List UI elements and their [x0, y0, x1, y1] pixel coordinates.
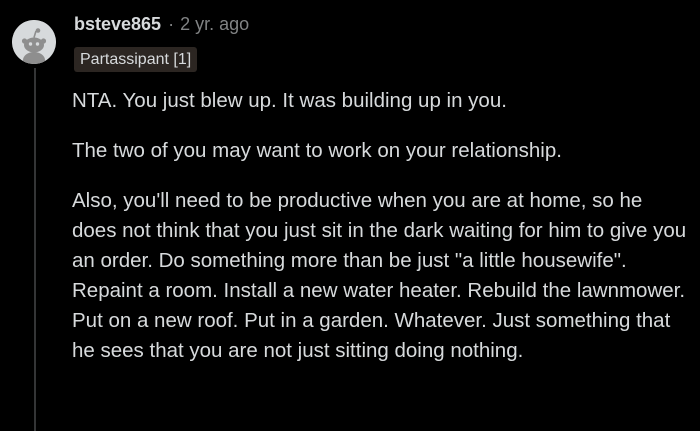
- comment-header: bsteve865 · 2 yr. ago: [74, 14, 249, 35]
- comment-paragraph: The two of you may want to work on your …: [72, 139, 562, 162]
- user-flair: Partassipant [1]: [74, 47, 198, 72]
- comment-paragraph: NTA. You just blew up. It was building u…: [72, 89, 507, 112]
- comment-body: NTA. You just blew up. It was building u…: [72, 86, 692, 386]
- avatar[interactable]: [12, 20, 56, 64]
- meta-separator: ·: [168, 14, 175, 34]
- username-link[interactable]: bsteve865: [74, 14, 161, 35]
- comment-paragraph: Also, you'll need to be productive when …: [72, 189, 687, 362]
- thread-line[interactable]: [34, 68, 36, 431]
- comment: bsteve865 · 2 yr. ago Partassipant [1] N…: [0, 0, 700, 431]
- snoo-avatar-icon: [12, 20, 56, 64]
- timestamp-link[interactable]: 2 yr. ago: [180, 14, 249, 35]
